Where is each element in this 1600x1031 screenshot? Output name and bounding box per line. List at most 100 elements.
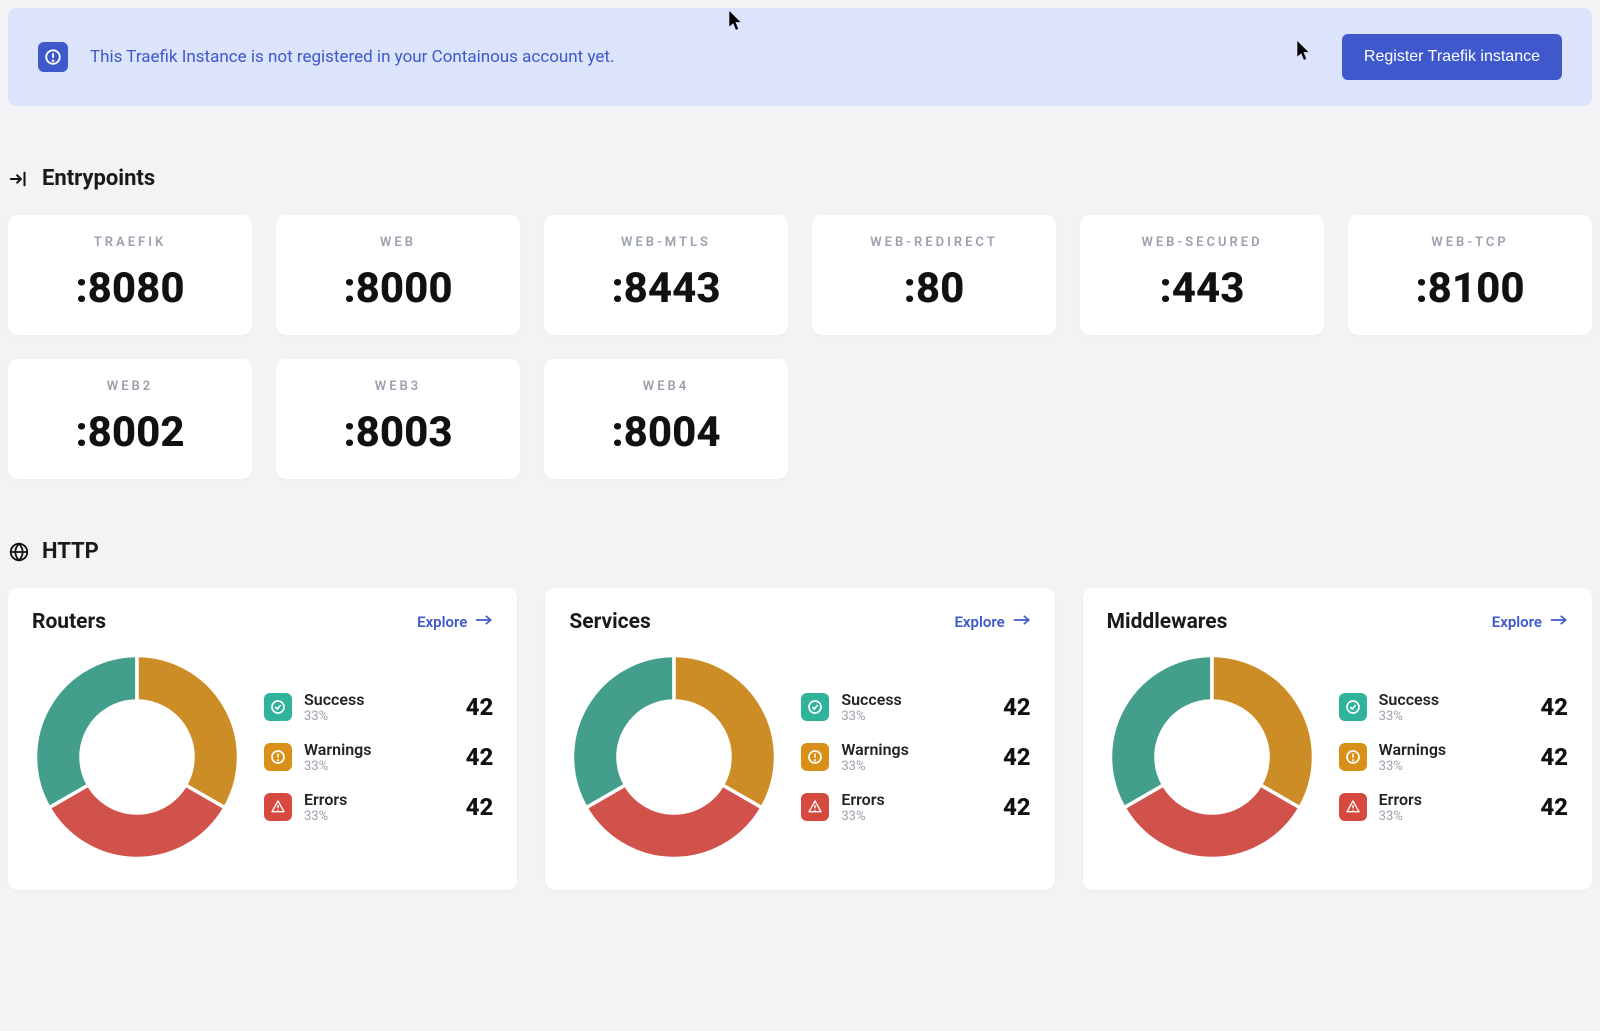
entrypoint-port: :8000 bbox=[286, 264, 510, 313]
banner-message: This Traefik Instance is not registered … bbox=[90, 47, 1342, 67]
registration-banner: This Traefik Instance is not registered … bbox=[8, 8, 1592, 106]
stat-pct: 33% bbox=[1379, 709, 1529, 724]
entrypoint-port: :8100 bbox=[1358, 264, 1582, 313]
check-circle-icon bbox=[1339, 693, 1367, 721]
donut-chart bbox=[1107, 652, 1317, 862]
http-panels-grid: Routers Explore Success 33% 42 bbox=[8, 588, 1592, 890]
entrypoints-header: Entrypoints bbox=[8, 166, 1592, 191]
stat-errors: Errors 33% 42 bbox=[1339, 790, 1568, 824]
stat-success: Success 33% 42 bbox=[1339, 690, 1568, 724]
check-circle-icon bbox=[801, 693, 829, 721]
donut-chart bbox=[569, 652, 779, 862]
panel-title: Routers bbox=[32, 610, 106, 634]
stat-label: Warnings bbox=[1379, 740, 1529, 759]
stat-pct: 33% bbox=[841, 759, 991, 774]
entrypoint-port: :80 bbox=[822, 264, 1046, 313]
entrypoints-grid: TRAEFIK :8080 WEB :8000 WEB-MTLS :8443 W… bbox=[8, 215, 1592, 479]
alert-circle-icon bbox=[1339, 743, 1367, 771]
stat-count: 42 bbox=[1540, 693, 1568, 721]
entrypoint-card[interactable]: WEB-TCP :8100 bbox=[1348, 215, 1592, 335]
stat-errors: Errors 33% 42 bbox=[801, 790, 1030, 824]
entrypoint-card[interactable]: WEB3 :8003 bbox=[276, 359, 520, 479]
stat-pct: 33% bbox=[304, 809, 454, 824]
stat-success: Success 33% 42 bbox=[264, 690, 493, 724]
arrow-right-icon bbox=[1550, 613, 1568, 631]
entrypoint-name: WEB-MTLS bbox=[554, 235, 778, 250]
panel-title: Services bbox=[569, 610, 650, 634]
alert-triangle-icon bbox=[264, 793, 292, 821]
stat-pct: 33% bbox=[841, 809, 991, 824]
stat-warnings: Warnings 33% 42 bbox=[264, 740, 493, 774]
alert-triangle-icon bbox=[1339, 793, 1367, 821]
register-instance-button[interactable]: Register Traefik instance bbox=[1342, 34, 1562, 80]
alert-circle-icon bbox=[801, 743, 829, 771]
entrypoint-port: :8443 bbox=[554, 264, 778, 313]
stat-pct: 33% bbox=[841, 709, 991, 724]
stat-label: Warnings bbox=[841, 740, 991, 759]
entrypoints-title: Entrypoints bbox=[42, 166, 155, 191]
http-header: HTTP bbox=[8, 539, 1592, 564]
entrypoint-port: :8004 bbox=[554, 408, 778, 457]
explore-link[interactable]: Explore bbox=[417, 613, 493, 631]
entrypoint-card[interactable]: WEB-SECURED :443 bbox=[1080, 215, 1324, 335]
stat-pct: 33% bbox=[1379, 759, 1529, 774]
explore-link[interactable]: Explore bbox=[1492, 613, 1568, 631]
entrypoint-port: :8002 bbox=[18, 408, 242, 457]
arrow-right-icon bbox=[1013, 613, 1031, 631]
stat-warnings: Warnings 33% 42 bbox=[1339, 740, 1568, 774]
stat-label: Success bbox=[304, 690, 454, 709]
entrypoint-name: WEB3 bbox=[286, 379, 510, 394]
globe-icon bbox=[8, 541, 30, 563]
stat-label: Errors bbox=[304, 790, 454, 809]
http-panel: Routers Explore Success 33% 42 bbox=[8, 588, 517, 890]
explore-link[interactable]: Explore bbox=[954, 613, 1030, 631]
stat-errors: Errors 33% 42 bbox=[264, 790, 493, 824]
donut-chart bbox=[32, 652, 242, 862]
entrypoint-card[interactable]: WEB2 :8002 bbox=[8, 359, 252, 479]
explore-label: Explore bbox=[1492, 613, 1542, 631]
arrow-right-icon bbox=[475, 613, 493, 631]
stat-count: 42 bbox=[1540, 743, 1568, 771]
entrypoint-name: WEB4 bbox=[554, 379, 778, 394]
stat-label: Success bbox=[841, 690, 991, 709]
entrypoint-name: WEB2 bbox=[18, 379, 242, 394]
stat-warnings: Warnings 33% 42 bbox=[801, 740, 1030, 774]
stat-label: Errors bbox=[1379, 790, 1529, 809]
entrypoint-name: WEB-SECURED bbox=[1090, 235, 1314, 250]
stat-label: Success bbox=[1379, 690, 1529, 709]
stat-pct: 33% bbox=[304, 759, 454, 774]
entrypoint-port: :443 bbox=[1090, 264, 1314, 313]
stat-count: 42 bbox=[466, 743, 494, 771]
stat-count: 42 bbox=[466, 693, 494, 721]
http-panel: Services Explore Success 33% 42 bbox=[545, 588, 1054, 890]
entrypoint-name: WEB-TCP bbox=[1358, 235, 1582, 250]
stat-label: Warnings bbox=[304, 740, 454, 759]
alert-circle-icon bbox=[264, 743, 292, 771]
stat-pct: 33% bbox=[1379, 809, 1529, 824]
entrypoints-icon bbox=[8, 168, 30, 190]
entrypoint-card[interactable]: WEB-MTLS :8443 bbox=[544, 215, 788, 335]
stat-count: 42 bbox=[1003, 693, 1031, 721]
entrypoint-card[interactable]: WEB-REDIRECT :80 bbox=[812, 215, 1056, 335]
http-panel: Middlewares Explore Success 33% 42 bbox=[1083, 588, 1592, 890]
stat-success: Success 33% 42 bbox=[801, 690, 1030, 724]
entrypoint-card[interactable]: WEB :8000 bbox=[276, 215, 520, 335]
alert-triangle-icon bbox=[801, 793, 829, 821]
panel-title: Middlewares bbox=[1107, 610, 1228, 634]
explore-label: Explore bbox=[954, 613, 1004, 631]
entrypoint-name: WEB-REDIRECT bbox=[822, 235, 1046, 250]
check-circle-icon bbox=[264, 693, 292, 721]
info-icon bbox=[38, 42, 68, 72]
entrypoint-name: TRAEFIK bbox=[18, 235, 242, 250]
stat-count: 42 bbox=[1003, 743, 1031, 771]
http-title: HTTP bbox=[42, 539, 99, 564]
entrypoint-card[interactable]: WEB4 :8004 bbox=[544, 359, 788, 479]
entrypoint-card[interactable]: TRAEFIK :8080 bbox=[8, 215, 252, 335]
stat-count: 42 bbox=[466, 793, 494, 821]
stat-label: Errors bbox=[841, 790, 991, 809]
entrypoint-port: :8003 bbox=[286, 408, 510, 457]
stat-count: 42 bbox=[1003, 793, 1031, 821]
entrypoint-name: WEB bbox=[286, 235, 510, 250]
explore-label: Explore bbox=[417, 613, 467, 631]
entrypoint-port: :8080 bbox=[18, 264, 242, 313]
